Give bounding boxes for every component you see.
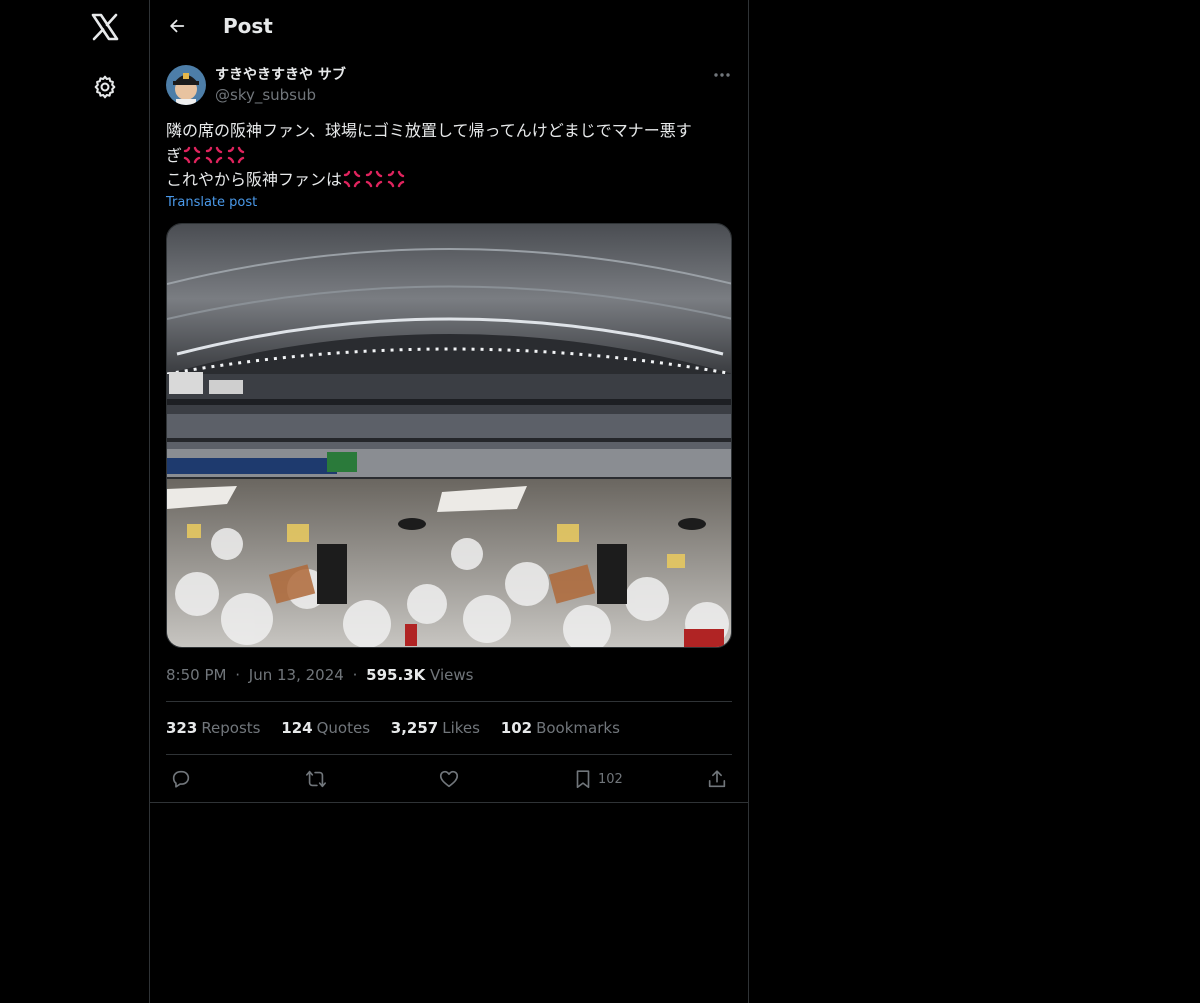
anger-symbol-icon bbox=[387, 170, 405, 188]
anger-symbol-icon bbox=[183, 146, 201, 163]
post-author: すきやきすきや サブ @sky_subsub bbox=[166, 64, 732, 108]
divider bbox=[166, 701, 732, 702]
stat-count: 124 bbox=[281, 719, 313, 737]
stat-count: 323 bbox=[166, 719, 198, 737]
separator: · bbox=[235, 666, 241, 684]
post-line: これやから阪神ファンは bbox=[166, 168, 732, 193]
bookmark-icon bbox=[576, 770, 590, 789]
user-handle[interactable]: @sky_subsub bbox=[215, 85, 316, 105]
post-actions: 102 bbox=[166, 764, 732, 794]
more-options-button[interactable] bbox=[707, 64, 737, 86]
avatar[interactable] bbox=[166, 65, 206, 105]
repost-icon bbox=[306, 770, 326, 788]
views-label: Views bbox=[430, 666, 474, 684]
post-text: 隣の席の阪神ファン、球場にゴミ放置して帰ってんけどまじでマナー悪す ぎ これやか… bbox=[166, 119, 732, 193]
gear-icon[interactable] bbox=[86, 68, 124, 106]
bookmark-button[interactable]: 102 bbox=[572, 764, 623, 794]
anger-symbol-icon bbox=[365, 170, 383, 188]
post-line-text: ぎ bbox=[166, 145, 183, 165]
post-line: ぎ bbox=[166, 144, 732, 169]
anger-symbol-icon-group bbox=[342, 170, 408, 189]
back-button[interactable] bbox=[160, 9, 194, 43]
like-button[interactable] bbox=[438, 764, 460, 794]
stat-count: 102 bbox=[500, 719, 533, 737]
x-logo-icon[interactable] bbox=[86, 8, 124, 46]
stat-label: Bookmarks bbox=[536, 719, 620, 737]
divider bbox=[150, 802, 748, 803]
translate-post-link[interactable]: Translate post bbox=[166, 194, 257, 212]
heart-icon bbox=[439, 770, 459, 788]
stat-label: Likes bbox=[442, 719, 480, 737]
left-nav bbox=[0, 0, 149, 1003]
anger-symbol-icon bbox=[227, 146, 245, 163]
divider bbox=[166, 754, 732, 755]
reply-icon bbox=[172, 770, 190, 788]
post-image[interactable] bbox=[166, 223, 732, 648]
stat-reposts[interactable]: 323 Reposts bbox=[166, 718, 261, 738]
repost-button[interactable] bbox=[304, 764, 328, 794]
display-name[interactable]: すきやきすきや サブ bbox=[215, 65, 346, 85]
views-count: 595.3K bbox=[366, 666, 426, 684]
more-icon bbox=[714, 73, 730, 77]
post-column: Post すきやきすきや サブ @sky_subsub 隣の席の阪神ファン、球場… bbox=[149, 0, 749, 1003]
post-header: Post bbox=[150, 0, 748, 54]
share-icon bbox=[708, 770, 726, 788]
post-date[interactable]: Jun 13, 2024 bbox=[249, 666, 344, 684]
stat-label: Reposts bbox=[201, 719, 261, 737]
reply-button[interactable] bbox=[170, 764, 192, 794]
separator: · bbox=[352, 666, 358, 684]
stat-likes[interactable]: 3,257 Likes bbox=[391, 718, 480, 738]
post-line: 隣の席の阪神ファン、球場にゴミ放置して帰ってんけどまじでマナー悪す bbox=[166, 121, 692, 140]
stat-bookmarks[interactable]: 102 Bookmarks bbox=[501, 718, 620, 738]
stat-label: Quotes bbox=[316, 719, 371, 737]
arrow-left-icon bbox=[170, 19, 185, 33]
page-title: Post bbox=[223, 14, 273, 38]
post-time[interactable]: 8:50 PM bbox=[166, 666, 226, 684]
anger-symbol-icon bbox=[205, 146, 223, 163]
share-button[interactable] bbox=[706, 764, 728, 794]
post-line-text: これやから阪神ファンは bbox=[166, 170, 343, 189]
bookmark-count: 102 bbox=[598, 771, 623, 787]
anger-symbol-icon-group bbox=[182, 146, 248, 165]
stat-quotes[interactable]: 124 Quotes bbox=[281, 718, 370, 738]
stat-count: 3,257 bbox=[390, 719, 439, 737]
anger-symbol-icon bbox=[343, 170, 361, 188]
post-stats: 323 Reposts 124 Quotes 3,257 Likes 102 Bookm… bbox=[166, 718, 636, 738]
post-meta: 8:50 PM · Jun 13, 2024 · 595.3K Views bbox=[166, 665, 473, 685]
